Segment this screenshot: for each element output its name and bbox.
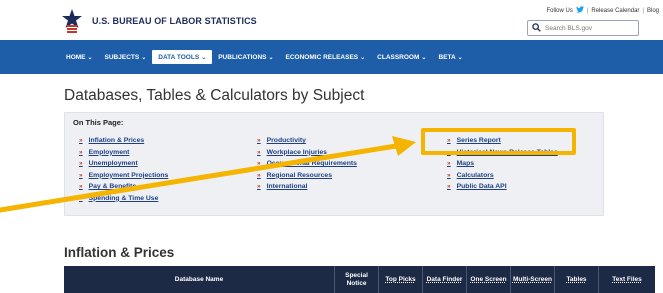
release-calendar-link[interactable]: Release Calendar (591, 8, 639, 14)
col-top-picks: Top Picks (378, 266, 422, 293)
search-icon[interactable] (532, 19, 541, 37)
double-chevron-icon: » (79, 148, 83, 156)
link-occupational-requirements[interactable]: » Occupational Requirements (257, 158, 357, 170)
chevron-down-icon: ⌄ (87, 54, 93, 61)
chevron-down-icon: ⌄ (360, 54, 366, 61)
link-maps[interactable]: » Maps (447, 158, 558, 170)
follow-us-link[interactable]: Follow Us (546, 8, 572, 14)
link-unemployment[interactable]: » Unemployment (79, 158, 168, 170)
link-productivity[interactable]: » Productivity (257, 135, 357, 147)
col-special-notice: Special Notice (334, 266, 378, 293)
col-data-finder: Data Finder (422, 266, 466, 293)
double-chevron-icon: » (79, 171, 83, 179)
link-workplace-injuries[interactable]: » Workplace Injuries (257, 147, 357, 159)
double-chevron-icon: » (257, 160, 261, 168)
divider: | (642, 7, 644, 14)
link-column-2: » Productivity » Workplace Injuries » Occup… (257, 135, 357, 193)
chevron-down-icon: ⌄ (421, 54, 427, 61)
double-chevron-icon: » (257, 183, 261, 191)
nav-home[interactable]: HOME ⌄ (60, 50, 99, 64)
search-field[interactable] (527, 20, 639, 36)
chevron-down-icon: ⌄ (141, 54, 147, 61)
link-public-data-api[interactable]: » Public Data API (447, 181, 558, 193)
chevron-down-icon: ⌄ (268, 54, 274, 61)
col-tables: Tables (554, 266, 598, 293)
double-chevron-icon: » (257, 148, 261, 156)
blog-link[interactable]: Blog (647, 8, 659, 14)
site-header: U.S. BUREAU OF LABOR STATISTICS Follow U… (0, 0, 663, 38)
site-title: U.S. BUREAU OF LABOR STATISTICS (92, 16, 257, 26)
double-chevron-icon: » (447, 183, 451, 191)
link-calculators[interactable]: » Calculators (447, 170, 558, 182)
link-employment-projections[interactable]: » Employment Projections (79, 170, 168, 182)
main-nav: HOME ⌄ SUBJECTS ⌄ DATA TOOLS ⌄ PUBLICATIONS… (0, 40, 663, 74)
nav-data-tools[interactable]: DATA TOOLS ⌄ (152, 50, 213, 64)
link-spending-time-use[interactable]: » Spending & Time Use (79, 193, 168, 205)
page-title: Databases, Tables & Calculators by Subje… (64, 87, 365, 104)
double-chevron-icon: » (79, 194, 83, 202)
on-this-page-title: On This Page: (73, 118, 124, 127)
nav-economic-releases[interactable]: ECONOMIC RELEASES ⌄ (280, 50, 372, 64)
divider: | (586, 7, 589, 14)
col-multi-screen: Multi-Screen (510, 266, 554, 293)
link-pay-benefits[interactable]: » Pay & Benefits (79, 181, 168, 193)
double-chevron-icon: » (257, 137, 261, 145)
twitter-icon[interactable] (575, 6, 584, 15)
double-chevron-icon: » (79, 160, 83, 168)
double-chevron-icon: » (257, 171, 261, 179)
double-chevron-icon: » (79, 183, 83, 191)
link-column-1: » Inflation & Prices » Employment » Unemplo… (79, 135, 168, 204)
double-chevron-icon: » (447, 171, 451, 179)
search-input[interactable] (545, 24, 635, 32)
table-header: Database Name Special Notice Top Picks D… (64, 266, 655, 293)
col-text-files: Text Files (598, 266, 655, 293)
bls-logo[interactable]: U.S. BUREAU OF LABOR STATISTICS (60, 8, 257, 34)
double-chevron-icon: » (447, 160, 451, 168)
section-title: Inflation & Prices (64, 245, 175, 260)
eagle-logo-icon (60, 8, 84, 34)
col-one-screen: One Screen (466, 266, 510, 293)
nav-classroom[interactable]: CLASSROOM ⌄ (371, 50, 432, 64)
chevron-down-icon: ⌄ (201, 54, 207, 61)
link-inflation-prices[interactable]: » Inflation & Prices (79, 135, 168, 147)
link-employment[interactable]: » Employment (79, 147, 168, 159)
col-database-name: Database Name (174, 275, 224, 283)
nav-subjects[interactable]: SUBJECTS ⌄ (99, 50, 153, 64)
top-links: Follow Us | Release Calendar | Blog (546, 6, 659, 15)
link-international[interactable]: » International (257, 181, 357, 193)
nav-publications[interactable]: PUBLICATIONS ⌄ (212, 50, 279, 64)
highlight-box (421, 128, 576, 155)
chevron-down-icon: ⌄ (457, 54, 463, 61)
double-chevron-icon: » (79, 137, 83, 145)
nav-beta[interactable]: BETA ⌄ (432, 50, 468, 64)
link-regional-resources[interactable]: » Regional Resources (257, 170, 357, 182)
